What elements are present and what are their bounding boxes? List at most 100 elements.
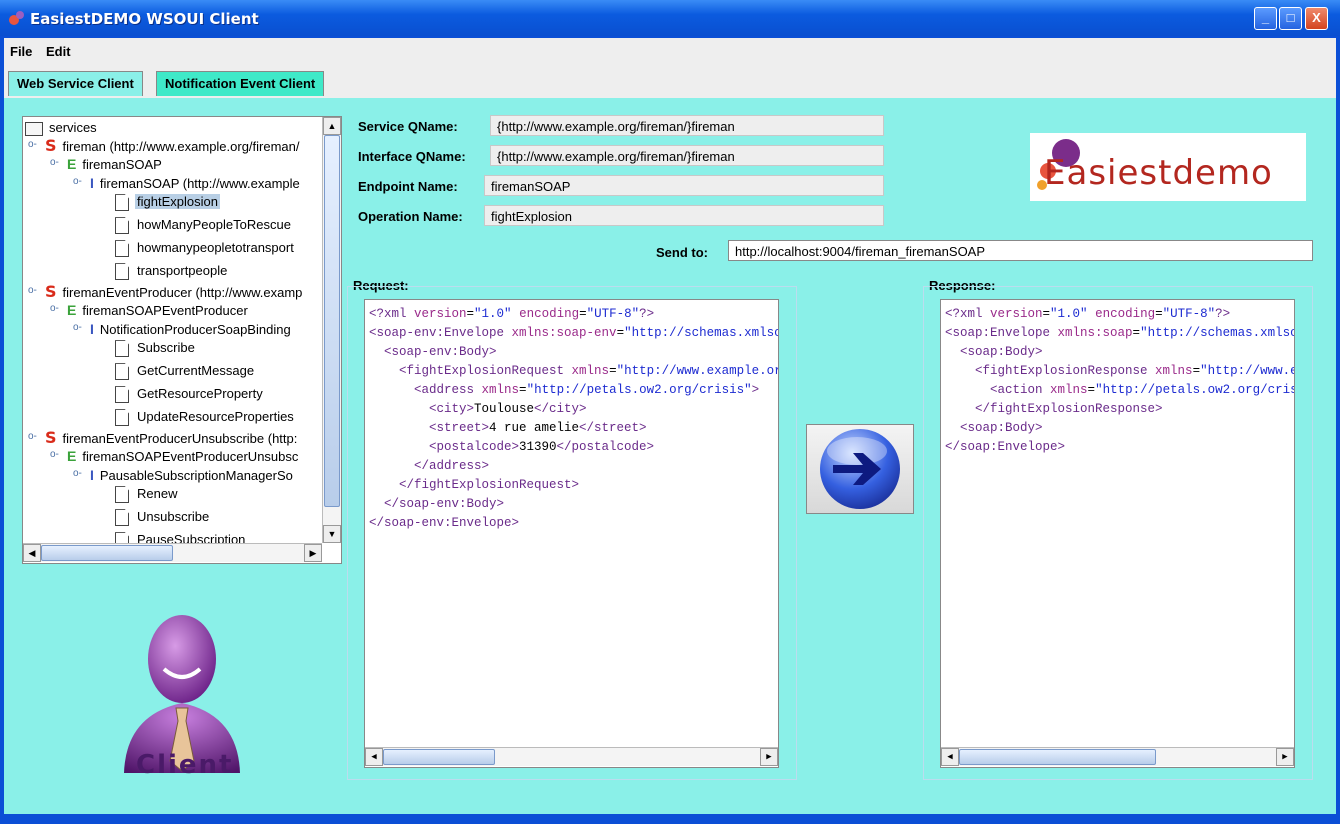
expand-handle-icon[interactable]: o- — [50, 449, 59, 460]
service-icon: S — [45, 282, 57, 301]
scroll-right-icon[interactable]: ▶ — [1276, 748, 1294, 766]
tree-vertical-scrollbar[interactable]: ▲ ▼ — [322, 117, 341, 543]
client-area: File Edit Web Service Client Notificatio… — [4, 38, 1336, 814]
endpoint-name-label: Endpoint Name: — [358, 179, 458, 194]
expand-handle-icon[interactable]: o- — [73, 176, 82, 187]
tree-horizontal-scrollbar[interactable]: ◀ ▶ — [23, 543, 322, 562]
operation-icon — [115, 363, 129, 381]
app-window: EasiestDEMO WSOUI Client _ □ X File Edit… — [0, 0, 1340, 824]
minimize-icon: _ — [1261, 10, 1270, 25]
endpoint-icon: E — [67, 156, 77, 172]
maximize-button[interactable]: □ — [1279, 7, 1302, 30]
operation-icon — [115, 486, 129, 504]
tab-bar: Web Service Client Notification Event Cl… — [4, 68, 1336, 98]
operation-icon — [115, 240, 129, 258]
window-title: EasiestDEMO WSOUI Client — [30, 10, 259, 28]
title-bar[interactable]: EasiestDEMO WSOUI Client _ □ X — [0, 0, 1340, 36]
send-to-label: Send to: — [656, 245, 708, 260]
tree-service-fireman[interactable]: Sfireman (http://www.example.org/fireman… — [45, 137, 302, 155]
tree-operation[interactable]: GetCurrentMessage — [115, 362, 256, 381]
request-horizontal-scrollbar[interactable]: ◀ ▶ — [365, 747, 778, 766]
response-editor[interactable]: <?xml version="1.0" encoding="UTF-8"?> <… — [940, 299, 1295, 768]
scroll-left-icon[interactable]: ◀ — [941, 748, 959, 766]
expand-handle-icon[interactable]: o- — [28, 431, 37, 442]
operation-icon — [115, 386, 129, 404]
tree-interface[interactable]: I PausableSubscriptionManagerSo — [90, 466, 295, 484]
menu-file[interactable]: File — [10, 44, 32, 59]
app-icon — [9, 11, 24, 25]
menu-bar: File Edit — [4, 38, 1336, 68]
tree-service-event-producer[interactable]: SfiremanEventProducer (http://www.examp — [45, 283, 304, 301]
tree-endpoint[interactable]: EfiremanSOAPEventProducer — [67, 301, 250, 319]
operation-icon — [115, 340, 129, 358]
tree-operation[interactable]: howmanypeopletotransport — [115, 239, 296, 258]
operation-icon — [115, 194, 129, 212]
expand-handle-icon[interactable]: o- — [50, 157, 59, 168]
endpoint-name-field[interactable]: firemanSOAP — [484, 175, 884, 196]
interface-icon: I — [90, 175, 94, 191]
operation-icon — [115, 409, 129, 427]
scroll-right-icon[interactable]: ▶ — [304, 544, 322, 562]
operation-icon — [115, 509, 129, 527]
tree-service-unsubscribe[interactable]: SfiremanEventProducerUnsubscribe (http: — [45, 429, 299, 447]
tree-interface[interactable]: I NotificationProducerSoapBinding — [90, 320, 293, 338]
menu-edit[interactable]: Edit — [46, 44, 71, 59]
service-qname-field[interactable]: {http://www.example.org/fireman/}fireman — [490, 115, 884, 136]
tree-operation[interactable]: Subscribe — [115, 339, 197, 358]
scroll-up-icon[interactable]: ▲ — [323, 117, 341, 135]
send-request-button[interactable] — [806, 424, 914, 514]
scroll-left-icon[interactable]: ◀ — [365, 748, 383, 766]
scroll-thumb[interactable] — [959, 749, 1156, 765]
minimize-button[interactable]: _ — [1254, 7, 1277, 30]
tree-endpoint[interactable]: EfiremanSOAPEventProducerUnsubsc — [67, 447, 300, 465]
response-horizontal-scrollbar[interactable]: ◀ ▶ — [941, 747, 1294, 766]
scroll-thumb[interactable] — [383, 749, 495, 765]
endpoint-icon: E — [67, 448, 77, 464]
scroll-left-icon[interactable]: ◀ — [23, 544, 41, 562]
interface-icon: I — [90, 467, 94, 483]
expand-handle-icon[interactable]: o- — [28, 139, 37, 150]
operation-icon — [115, 263, 129, 281]
tree-operation[interactable]: GetResourceProperty — [115, 385, 265, 404]
tree-operation[interactable]: Unsubscribe — [115, 508, 211, 527]
tree-operation[interactable]: fightExplosion — [115, 193, 220, 212]
close-icon: X — [1312, 10, 1321, 25]
folder-icon — [25, 121, 43, 136]
service-qname-label: Service QName: — [358, 119, 458, 134]
tab-web-service-client[interactable]: Web Service Client — [8, 71, 143, 96]
client-label: Client — [136, 750, 234, 780]
tree-operation[interactable]: UpdateResourceProperties — [115, 408, 296, 427]
arrow-right-icon — [820, 429, 900, 509]
tree-root[interactable]: services — [25, 119, 99, 137]
tree-operation[interactable]: Renew — [115, 485, 179, 504]
expand-handle-icon[interactable]: o- — [28, 285, 37, 296]
scroll-right-icon[interactable]: ▶ — [760, 748, 778, 766]
tree-endpoint[interactable]: EfiremanSOAP — [67, 155, 164, 173]
tree-interface[interactable]: IfiremanSOAP (http://www.example — [90, 174, 302, 192]
services-tree: services o- Sfireman (http://www.example… — [22, 116, 342, 564]
operation-name-label: Operation Name: — [358, 209, 463, 224]
operation-icon — [115, 217, 129, 235]
service-icon: S — [45, 136, 57, 155]
interface-icon: I — [90, 321, 94, 337]
expand-handle-icon[interactable]: o- — [50, 303, 59, 314]
interface-qname-label: Interface QName: — [358, 149, 466, 164]
tab-notification-event-client[interactable]: Notification Event Client — [156, 71, 325, 96]
expand-handle-icon[interactable]: o- — [73, 468, 82, 479]
scroll-down-icon[interactable]: ▼ — [323, 525, 341, 543]
send-to-field[interactable]: http://localhost:9004/fireman_firemanSOA… — [728, 240, 1313, 261]
request-editor[interactable]: <?xml version="1.0" encoding="UTF-8"?> <… — [364, 299, 779, 768]
interface-qname-field[interactable]: {http://www.example.org/fireman/}fireman — [490, 145, 884, 166]
tree-operation[interactable]: howManyPeopleToRescue — [115, 216, 293, 235]
service-icon: S — [45, 428, 57, 447]
close-button[interactable]: X — [1305, 7, 1328, 30]
scroll-thumb[interactable] — [324, 135, 340, 507]
maximize-icon: □ — [1286, 10, 1295, 25]
tree-operation[interactable]: transportpeople — [115, 262, 229, 281]
logo-text: Easiestdemo — [1044, 153, 1273, 193]
easiestdemo-logo: Easiestdemo — [1030, 133, 1306, 201]
expand-handle-icon[interactable]: o- — [73, 322, 82, 333]
endpoint-icon: E — [67, 302, 77, 318]
scroll-thumb[interactable] — [41, 545, 173, 561]
operation-name-field[interactable]: fightExplosion — [484, 205, 884, 226]
